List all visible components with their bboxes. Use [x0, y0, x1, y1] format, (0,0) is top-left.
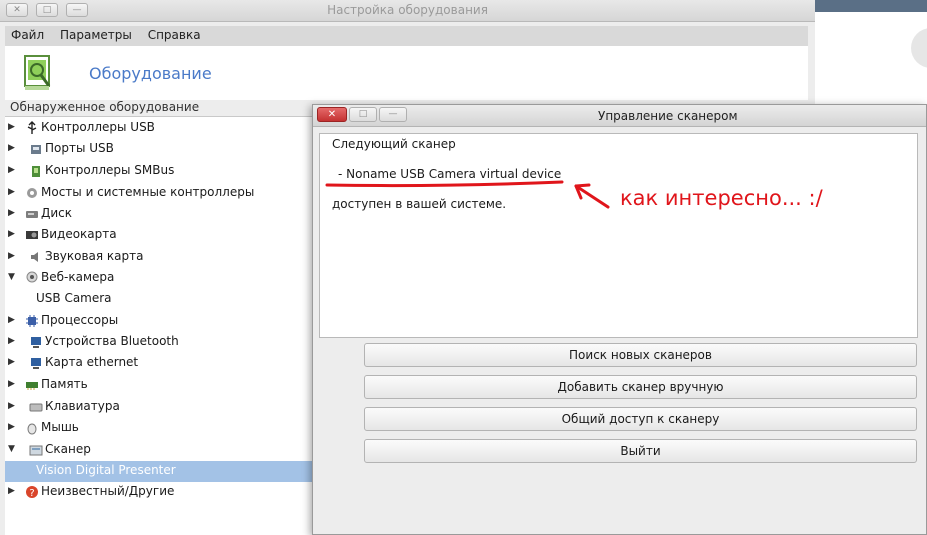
tree-item-label: Контроллеры SMBus [45, 163, 175, 177]
tree-item-label: Порты USB [45, 141, 114, 155]
tree-child-item[interactable]: Vision Digital Presenter [5, 461, 315, 482]
tree-category-item[interactable]: ▶ Звуковая карта [5, 247, 315, 268]
tree-item-label: Веб-камера [41, 270, 115, 284]
share-scanner-button[interactable]: Общий доступ к сканеру [364, 407, 917, 431]
network-card-icon [31, 358, 41, 369]
tree-category-item[interactable]: ▶ Контроллеры USB [5, 118, 315, 139]
window-title: Настройка оборудования [327, 3, 488, 17]
collapsed-arrow-icon[interactable]: ▶ [8, 143, 15, 153]
desktop-wallpaper-strip [815, 0, 927, 12]
memory-icon [26, 382, 38, 390]
scanner-icon [29, 445, 43, 456]
tree-item-label: Мосты и системные контроллеры [41, 185, 255, 199]
exit-button[interactable]: Выйти [364, 439, 917, 463]
tree-child-item[interactable]: USB Camera [5, 289, 315, 310]
scanner-info-line1: Следующий сканер [332, 137, 456, 151]
tree-category-item[interactable]: ▶ Диск [5, 204, 315, 225]
dialog-close-icon[interactable]: ✕ [317, 107, 347, 122]
collapsed-arrow-icon[interactable]: ▶ [8, 422, 15, 432]
gear-icon [27, 188, 37, 198]
usb-icon [27, 121, 37, 134]
tree-category-item[interactable]: ▶ Устройства Bluetooth [5, 332, 315, 353]
tree-item-label: Сканер [45, 442, 91, 456]
collapsed-arrow-icon[interactable]: ▶ [8, 165, 15, 175]
scanner-device-name: - Noname USB Camera virtual device [338, 167, 562, 181]
collapsed-arrow-icon[interactable]: ▶ [8, 486, 15, 496]
chip-icon [32, 166, 40, 177]
collapsed-arrow-icon[interactable]: ▶ [8, 229, 15, 239]
menu-file[interactable]: Файл [5, 26, 50, 42]
tree-item-label: Неизвестный/Другие [41, 484, 175, 498]
scanner-info-line3: доступен в вашей системе. [332, 197, 507, 211]
tree-category-item[interactable]: ▼ Сканер [5, 440, 315, 461]
tree-category-item[interactable]: ▶ Клавиатура [5, 397, 315, 418]
unknown-icon: ? [26, 486, 38, 499]
dialog-minimize-icon[interactable]: — [379, 107, 407, 122]
tree-item-label: Контроллеры USB [41, 120, 155, 134]
expanded-arrow-icon[interactable]: ▼ [8, 272, 15, 282]
detected-hardware-label: Обнаруженное оборудование [8, 100, 202, 114]
video-card-icon [26, 231, 38, 239]
hardware-tree[interactable]: ▶ Контроллеры USB ▶ Порты USB ▶ Контроллеры S… [5, 116, 315, 535]
dialog-maximize-icon[interactable]: □ [349, 107, 377, 122]
bluetooth-device-icon [31, 337, 41, 348]
collapsed-arrow-icon[interactable]: ▶ [8, 208, 15, 218]
dialog-titlebar[interactable]: ✕ □ — Управление сканером [313, 105, 926, 127]
tree-category-item[interactable]: ▶ Память [5, 375, 315, 396]
tree-item-label: Звуковая карта [45, 249, 144, 263]
tree-category-item[interactable]: ▶ Процессоры [5, 311, 315, 332]
collapsed-arrow-icon[interactable]: ▶ [8, 251, 15, 261]
menu-help[interactable]: Справка [142, 26, 207, 42]
collapsed-arrow-icon[interactable]: ▶ [8, 315, 15, 325]
speaker-icon [31, 252, 38, 262]
tree-category-item[interactable]: ▶ Мосты и системные контроллеры [5, 183, 315, 204]
header-area: Оборудование [5, 46, 808, 100]
tree-item-label: Vision Digital Presenter [36, 463, 176, 477]
main-titlebar[interactable]: ✕ □ — Настройка оборудования [0, 0, 815, 22]
menu-parameters[interactable]: Параметры [54, 26, 138, 42]
tree-item-label: Видеокарта [41, 227, 117, 241]
collapsed-arrow-icon[interactable]: ▶ [8, 357, 15, 367]
usb-port-icon [31, 145, 41, 154]
annotation-text: как интересно... :/ [620, 186, 823, 210]
cpu-icon [26, 315, 38, 327]
svg-text:?: ? [29, 488, 34, 499]
tree-category-item[interactable]: ▶ Мышь [5, 418, 315, 439]
tree-item-label: Память [41, 377, 88, 391]
scanner-management-dialog: ✕ □ — Управление сканером Следующий скан… [312, 104, 927, 535]
tree-item-label: Диск [41, 206, 73, 220]
tree-item-label: USB Camera [36, 291, 112, 305]
tree-item-label: Клавиатура [45, 399, 120, 413]
menubar: Файл Параметры Справка [5, 26, 808, 46]
header-title: Оборудование [89, 64, 212, 83]
scanner-info-panel: Следующий сканер - Noname USB Camera vir… [319, 133, 918, 338]
keyboard-icon [29, 403, 43, 412]
tree-category-item[interactable]: ▶ Карта ethernet [5, 353, 315, 374]
find-new-scanners-button[interactable]: Поиск новых сканеров [364, 343, 917, 367]
collapsed-arrow-icon[interactable]: ▶ [8, 122, 15, 132]
mouse-icon [27, 423, 37, 435]
tree-category-item[interactable]: ▼ Веб-камера [5, 268, 315, 289]
collapsed-arrow-icon[interactable]: ▶ [8, 187, 15, 197]
collapsed-arrow-icon[interactable]: ▶ [8, 379, 15, 389]
tree-item-label: Мышь [41, 420, 79, 434]
webcam-icon [26, 271, 38, 283]
collapsed-arrow-icon[interactable]: ▶ [8, 401, 15, 411]
tree-category-item[interactable]: ▶ Видеокарта [5, 225, 315, 246]
tree-item-label: Устройства Bluetooth [45, 334, 179, 348]
tree-category-item[interactable]: ▶ Контроллеры SMBus [5, 161, 315, 182]
disk-icon [26, 211, 38, 218]
expanded-arrow-icon[interactable]: ▼ [8, 444, 15, 454]
tree-item-label: Процессоры [41, 313, 119, 327]
desktop-icon[interactable] [911, 28, 927, 68]
collapsed-arrow-icon[interactable]: ▶ [8, 336, 15, 346]
tree-category-item[interactable]: ▶? Неизвестный/Другие [5, 482, 315, 503]
tree-item-label: Карта ethernet [45, 355, 139, 369]
dialog-title: Управление сканером [598, 109, 738, 123]
tree-category-item[interactable]: ▶ Порты USB [5, 139, 315, 160]
add-scanner-manually-button[interactable]: Добавить сканер вручную [364, 375, 917, 399]
hardware-logo-icon [24, 55, 51, 90]
